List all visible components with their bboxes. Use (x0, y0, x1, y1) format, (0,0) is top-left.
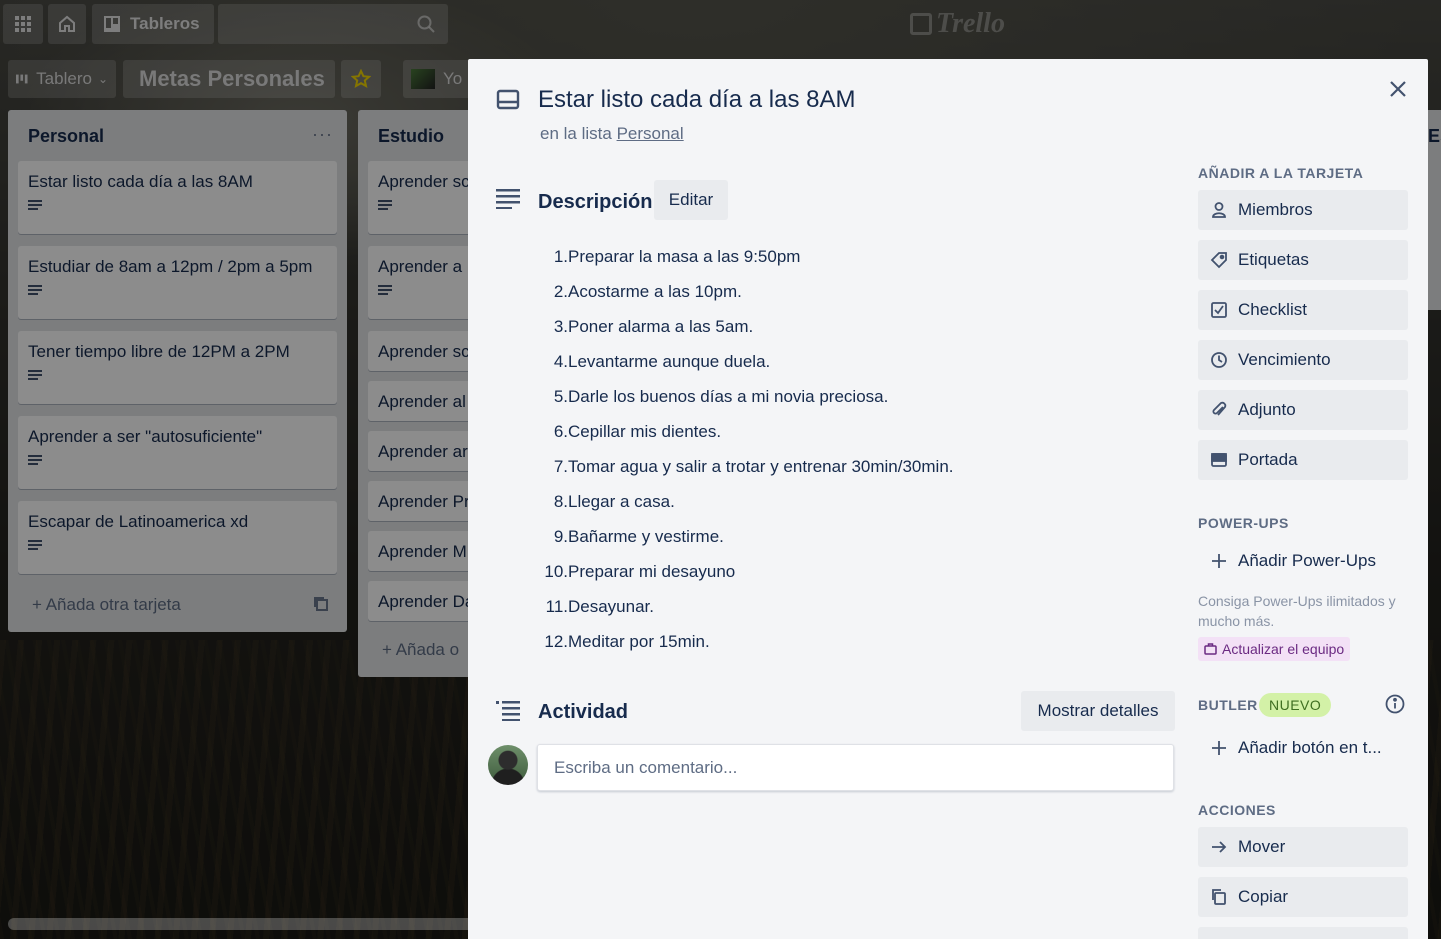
in-list-prefix: en la lista (540, 124, 612, 143)
step-number: 4. (553, 352, 568, 371)
description-step: 3. Poner alarma a las 5am. (538, 309, 954, 344)
step-number: 12. (544, 632, 568, 651)
description-icon (496, 189, 520, 209)
description-step: 11. Desayunar. (538, 589, 954, 624)
cover-label: Portada (1238, 450, 1298, 469)
due-date-label: Vencimiento (1238, 350, 1331, 369)
comment-placeholder: Escriba un comentario... (554, 757, 738, 777)
move-label: Mover (1238, 837, 1286, 856)
list-link[interactable]: Personal (617, 124, 684, 143)
paperclip-icon (1212, 401, 1227, 416)
checkbox-icon (1211, 302, 1227, 318)
description-step: 2. Acostarme a las 10pm. (538, 274, 954, 309)
copy-label: Copiar (1238, 887, 1289, 906)
card-list-info: en la lista Personal (540, 124, 684, 144)
step-text: Preparar mi desayuno (568, 562, 736, 581)
actions-heading: ACCIONES (1198, 802, 1276, 818)
info-icon[interactable] (1384, 693, 1406, 715)
step-text: Cepillar mis dientes. (568, 422, 722, 441)
card-cover-icon (1211, 453, 1227, 467)
attachment-label: Adjunto (1238, 400, 1296, 419)
copy-button[interactable]: Copiar (1198, 877, 1408, 917)
step-text: Preparar la masa a las 9:50pm (568, 247, 801, 266)
description-step: 4. Levantarme aunque duela. (538, 344, 954, 379)
description-step: 1. Preparar la masa a las 9:50pm (538, 239, 954, 274)
description-step: 6. Cepillar mis dientes. (538, 414, 954, 449)
add-power-ups-button[interactable]: Añadir Power-Ups (1198, 541, 1408, 581)
move-button[interactable]: Mover (1198, 827, 1408, 867)
step-number: 2. (553, 282, 568, 301)
add-butler-button[interactable]: Añadir botón en t... (1198, 728, 1408, 768)
step-number: 9. (553, 527, 568, 546)
step-text: Darle los buenos días a mi novia precios… (568, 387, 889, 406)
description-step: 5. Darle los buenos días a mi novia preci… (538, 379, 954, 414)
comment-input[interactable]: Escriba un comentario... (537, 744, 1174, 791)
step-number: 6. (553, 422, 568, 441)
activity-heading: Actividad (538, 701, 629, 723)
description-step: 9. Bañarme y vestirme. (538, 519, 954, 554)
copy-icon (1212, 889, 1226, 905)
step-text: Bañarme y vestirme. (568, 527, 724, 546)
step-text: Levantarme aunque duela. (568, 352, 771, 371)
step-text: Acostarme a las 10pm. (568, 282, 742, 301)
close-icon[interactable] (1386, 77, 1410, 101)
description-step: 7. Tomar agua y salir a trotar y entrenar… (538, 449, 954, 484)
attachment-button[interactable]: Adjunto (1198, 390, 1408, 430)
butler-heading: BUTLER (1198, 697, 1258, 713)
clock-icon (1211, 352, 1227, 368)
power-ups-note: Consiga Power-Ups ilimitados y mucho más… (1198, 593, 1396, 629)
plus-icon (1212, 554, 1226, 568)
more-actions-button[interactable] (1198, 927, 1408, 939)
edit-description-button[interactable]: Editar (654, 180, 728, 220)
upgrade-label: Actualizar el equipo (1222, 641, 1345, 657)
members-label: Miembros (1238, 200, 1313, 219)
step-number: 10. (544, 562, 568, 581)
horizontal-scrollbar[interactable] (8, 918, 478, 930)
description-step: 10. Preparar mi desayuno (538, 554, 954, 589)
step-number: 5. (553, 387, 568, 406)
due-date-button[interactable]: Vencimiento (1198, 340, 1408, 380)
step-number: 7. (553, 457, 568, 476)
labels-label: Etiquetas (1238, 250, 1309, 269)
arrow-right-icon (1212, 841, 1227, 853)
card-icon (496, 89, 520, 110)
activity-icon (496, 701, 520, 721)
checklist-button[interactable]: Checklist (1198, 290, 1408, 330)
step-text: Poner alarma a las 5am. (568, 317, 754, 336)
labels-button[interactable]: Etiquetas (1198, 240, 1408, 280)
add-butler-label: Añadir botón en t... (1238, 738, 1382, 757)
tag-icon (1210, 252, 1227, 269)
power-ups-heading: POWER-UPS (1198, 515, 1289, 531)
description-list[interactable]: 1. Preparar la masa a las 9:50pm 2. Acostar… (538, 239, 954, 659)
members-button[interactable]: Miembros (1198, 190, 1408, 230)
step-number: 11. (545, 597, 568, 616)
description-heading: Descripción (538, 191, 653, 213)
description-step: 12. Meditar por 15min. (538, 624, 954, 659)
avatar[interactable] (488, 745, 528, 785)
card-title[interactable]: Estar listo cada día a las 8AM (538, 86, 855, 114)
cover-button[interactable]: Portada (1198, 440, 1408, 480)
upgrade-team-button[interactable]: Actualizar el equipo (1198, 637, 1351, 661)
step-number: 3. (553, 317, 568, 336)
new-badge: NUEVO (1259, 693, 1332, 717)
step-text: Desayunar. (568, 597, 654, 616)
step-text: Tomar agua y salir a trotar y entrenar 3… (568, 457, 954, 476)
checklist-label: Checklist (1238, 300, 1307, 319)
briefcase-icon (1204, 643, 1217, 655)
add-power-ups-label: Añadir Power-Ups (1238, 551, 1376, 570)
step-number: 1. (553, 247, 568, 266)
plus-icon (1212, 741, 1226, 755)
step-number: 8. (553, 492, 568, 511)
step-text: Meditar por 15min. (568, 632, 710, 651)
card-detail-modal: Estar listo cada día a las 8AM en la lis… (468, 59, 1428, 939)
show-details-button[interactable]: Mostrar detalles (1021, 691, 1175, 731)
description-step: 8. Llegar a casa. (538, 484, 954, 519)
step-text: Llegar a casa. (568, 492, 675, 511)
add-to-card-heading: AÑADIR A LA TARJETA (1198, 165, 1364, 181)
person-icon (1212, 202, 1226, 218)
